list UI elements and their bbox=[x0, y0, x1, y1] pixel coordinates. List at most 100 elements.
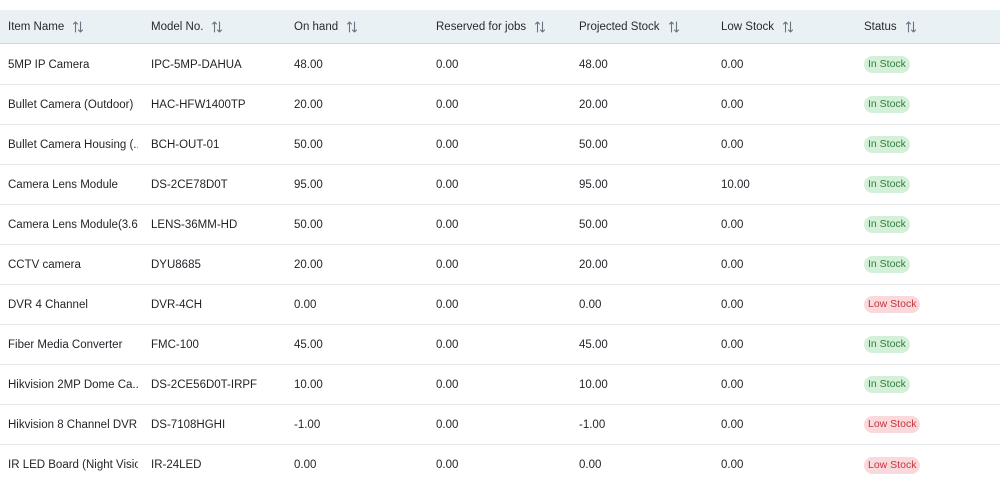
column-header-label: Projected Stock bbox=[579, 20, 660, 33]
cell-projected: 48.00 bbox=[579, 58, 608, 71]
cell-on-hand: 50.00 bbox=[294, 218, 323, 231]
column-header-reserved-for-jobs[interactable]: Reserved for jobs bbox=[436, 10, 566, 43]
cell-item-name: CCTV camera bbox=[8, 258, 81, 271]
cell-on-hand: 48.00 bbox=[294, 58, 323, 71]
cell-model-no: FMC-100 bbox=[151, 338, 199, 351]
sort-arrows-icon[interactable] bbox=[905, 20, 917, 34]
cell-item-name: Hikvision 8 Channel DVR bbox=[8, 418, 138, 431]
column-header-low-stock[interactable]: Low Stock bbox=[721, 10, 851, 43]
table-row[interactable]: Camera Lens Module DS-2CE78D0T 95.00 0.0… bbox=[0, 165, 1000, 205]
cell-low-stock: 0.00 bbox=[721, 138, 744, 151]
cell-item-name: 5MP IP Camera bbox=[8, 58, 90, 71]
table-row[interactable]: Fiber Media Converter FMC-100 45.00 0.00… bbox=[0, 325, 1000, 365]
cell-low-stock: 0.00 bbox=[721, 378, 744, 391]
cell-on-hand: 10.00 bbox=[294, 378, 323, 391]
cell-on-hand: 0.00 bbox=[294, 459, 317, 471]
status-badge: Low Stock bbox=[864, 416, 921, 433]
cell-projected: 0.00 bbox=[579, 459, 602, 471]
cell-reserved: 0.00 bbox=[436, 178, 459, 191]
cell-reserved: 0.00 bbox=[436, 418, 459, 431]
cell-item-name: Bullet Camera Housing (... bbox=[8, 138, 138, 151]
table-row[interactable]: Bullet Camera (Outdoor) HAC-HFW1400TP 20… bbox=[0, 85, 1000, 125]
sort-arrows-icon[interactable] bbox=[668, 20, 680, 34]
cell-on-hand: 20.00 bbox=[294, 98, 323, 111]
cell-on-hand: 50.00 bbox=[294, 138, 323, 151]
cell-reserved: 0.00 bbox=[436, 218, 459, 231]
cell-low-stock: 0.00 bbox=[721, 418, 744, 431]
column-header-on-hand[interactable]: On hand bbox=[294, 10, 424, 43]
cell-projected: 20.00 bbox=[579, 258, 608, 271]
cell-low-stock: 0.00 bbox=[721, 258, 744, 271]
cell-on-hand: 20.00 bbox=[294, 258, 323, 271]
table-row[interactable]: DVR 4 Channel DVR-4CH 0.00 0.00 0.00 0.0… bbox=[0, 285, 1000, 325]
cell-projected: 20.00 bbox=[579, 98, 608, 111]
sort-arrows-icon[interactable] bbox=[211, 20, 223, 34]
status-badge: Low Stock bbox=[864, 296, 921, 313]
cell-projected: 10.00 bbox=[579, 378, 608, 391]
status-badge: In Stock bbox=[864, 96, 910, 113]
cell-reserved: 0.00 bbox=[436, 98, 459, 111]
column-header-item-name[interactable]: Item Name bbox=[8, 10, 138, 43]
cell-on-hand: 45.00 bbox=[294, 338, 323, 351]
status-badge: In Stock bbox=[864, 56, 910, 73]
cell-low-stock: 0.00 bbox=[721, 98, 744, 111]
status-badge: In Stock bbox=[864, 136, 910, 153]
cell-item-name: DVR 4 Channel bbox=[8, 298, 88, 311]
cell-model-no: IR-24LED bbox=[151, 459, 202, 471]
status-badge: In Stock bbox=[864, 256, 910, 273]
cell-low-stock: 0.00 bbox=[721, 58, 744, 71]
cell-reserved: 0.00 bbox=[436, 258, 459, 271]
cell-item-name: Hikvision 2MP Dome Ca... bbox=[8, 378, 138, 391]
cell-reserved: 0.00 bbox=[436, 378, 459, 391]
cell-item-name: Camera Lens Module bbox=[8, 178, 118, 191]
cell-model-no: DYU8685 bbox=[151, 258, 201, 271]
status-badge: In Stock bbox=[864, 336, 910, 353]
cell-item-name: Camera Lens Module(3.6... bbox=[8, 218, 138, 231]
table-row[interactable]: IR LED Board (Night Visio... IR-24LED 0.… bbox=[0, 445, 1000, 485]
table-row[interactable]: Camera Lens Module(3.6... LENS-36MM-HD 5… bbox=[0, 205, 1000, 245]
sort-arrows-icon[interactable] bbox=[534, 20, 546, 34]
cell-low-stock: 10.00 bbox=[721, 178, 750, 191]
cell-low-stock: 0.00 bbox=[721, 338, 744, 351]
cell-projected: -1.00 bbox=[579, 418, 606, 431]
cell-model-no: DS-2CE78D0T bbox=[151, 178, 228, 191]
cell-reserved: 0.00 bbox=[436, 58, 459, 71]
column-header-label: Status bbox=[864, 20, 897, 33]
sort-arrows-icon[interactable] bbox=[346, 20, 358, 34]
column-header-label: Reserved for jobs bbox=[436, 20, 527, 33]
sort-arrows-icon[interactable] bbox=[782, 20, 794, 34]
cell-on-hand: 0.00 bbox=[294, 298, 317, 311]
table-row[interactable]: Bullet Camera Housing (... BCH-OUT-01 50… bbox=[0, 125, 1000, 165]
column-header-status[interactable]: Status bbox=[864, 10, 994, 43]
status-badge: In Stock bbox=[864, 176, 910, 193]
column-header-projected-stock[interactable]: Projected Stock bbox=[579, 10, 709, 43]
cell-reserved: 0.00 bbox=[436, 338, 459, 351]
cell-item-name: IR LED Board (Night Visio... bbox=[8, 459, 138, 471]
cell-model-no: DVR-4CH bbox=[151, 298, 203, 311]
table-row[interactable]: 5MP IP Camera IPC-5MP-DAHUA 48.00 0.00 4… bbox=[0, 45, 1000, 85]
column-header-label: On hand bbox=[294, 20, 339, 33]
cell-low-stock: 0.00 bbox=[721, 298, 744, 311]
column-header-label: Low Stock bbox=[721, 20, 775, 33]
table-row[interactable]: CCTV camera DYU8685 20.00 0.00 20.00 0.0… bbox=[0, 245, 1000, 285]
cell-projected: 50.00 bbox=[579, 218, 608, 231]
cell-projected: 95.00 bbox=[579, 178, 608, 191]
cell-reserved: 0.00 bbox=[436, 138, 459, 151]
status-badge: Low Stock bbox=[864, 456, 921, 474]
cell-projected: 50.00 bbox=[579, 138, 608, 151]
cell-model-no: BCH-OUT-01 bbox=[151, 138, 220, 151]
cell-reserved: 0.00 bbox=[436, 459, 459, 471]
cell-model-no: DS-7108HGHI bbox=[151, 418, 226, 431]
table-row[interactable]: Hikvision 2MP Dome Ca... DS-2CE56D0T-IRP… bbox=[0, 365, 1000, 405]
table-row[interactable]: Hikvision 8 Channel DVR DS-7108HGHI -1.0… bbox=[0, 405, 1000, 445]
cell-model-no: IPC-5MP-DAHUA bbox=[151, 58, 242, 71]
cell-low-stock: 0.00 bbox=[721, 459, 744, 471]
sort-arrows-icon[interactable] bbox=[72, 20, 84, 34]
column-header-model-no[interactable]: Model No. bbox=[151, 10, 281, 43]
column-header-label: Item Name bbox=[8, 20, 65, 33]
cell-on-hand: -1.00 bbox=[294, 418, 321, 431]
status-badge: In Stock bbox=[864, 216, 910, 233]
cell-reserved: 0.00 bbox=[436, 298, 459, 311]
status-badge: In Stock bbox=[864, 376, 910, 393]
table-header: Item Name Model No. On hand Reserved for… bbox=[0, 10, 1000, 44]
